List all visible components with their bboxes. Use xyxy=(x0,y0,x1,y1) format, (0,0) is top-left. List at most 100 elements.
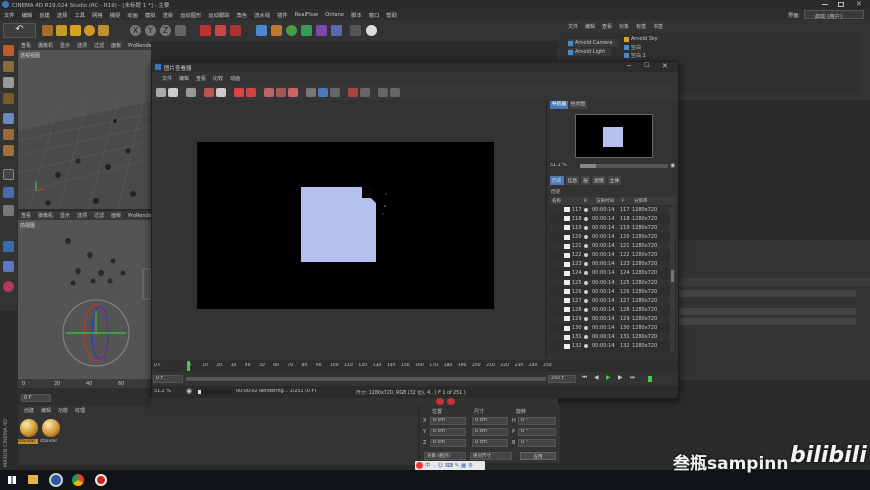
frame-range-slider[interactable] xyxy=(186,377,546,381)
recorder-icon[interactable] xyxy=(95,474,107,486)
workplane-icon[interactable] xyxy=(3,93,14,104)
attr-field[interactable] xyxy=(678,308,856,315)
move-icon[interactable] xyxy=(56,25,67,36)
step-back-icon[interactable]: ◀ xyxy=(594,374,599,381)
viewport-menu-item[interactable]: 面板 xyxy=(111,212,121,219)
tweak-mode-icon[interactable] xyxy=(3,187,14,198)
history-scroll-thumb[interactable] xyxy=(671,270,674,282)
start-icon[interactable] xyxy=(8,476,16,484)
rotate-icon[interactable] xyxy=(84,25,95,36)
menu-item[interactable]: 模拟 xyxy=(145,11,156,19)
make-editable-icon[interactable] xyxy=(3,45,14,56)
menu-item[interactable]: 渲染 xyxy=(162,11,173,19)
menu-item[interactable]: Octane xyxy=(325,12,344,18)
menu-item[interactable]: 角色 xyxy=(237,11,248,19)
menu-item[interactable]: 编辑 xyxy=(22,11,33,19)
viewport-menu-item[interactable]: ProRender xyxy=(128,213,151,219)
floor-icon[interactable] xyxy=(331,25,342,36)
menu-item[interactable]: 网格 xyxy=(92,11,103,19)
material-menu-item[interactable]: 创建 xyxy=(24,407,34,414)
undo-button[interactable]: ↶ xyxy=(3,23,36,38)
goto-start-icon[interactable]: ⏮ xyxy=(582,374,587,382)
object-item[interactable]: 空白 xyxy=(624,43,641,51)
coord-rotation-field[interactable]: 0 ° xyxy=(518,428,556,436)
pen-icon[interactable] xyxy=(271,25,282,36)
viewport-menu-item[interactable]: 过滤 xyxy=(94,42,104,49)
render-picture-viewer-icon[interactable] xyxy=(215,25,226,36)
viewport-menu-item[interactable]: 查看 xyxy=(21,42,31,49)
viewport-front[interactable]: 查看摄像机显示选项过滤面板ProRender 前视图 xyxy=(18,211,151,379)
axis-z-icon[interactable]: Z xyxy=(160,25,171,36)
object-item[interactable]: 空白.1 xyxy=(624,51,646,59)
coordinate-system-icon[interactable] xyxy=(175,25,186,36)
channel-red-icon[interactable] xyxy=(348,88,358,97)
object-item[interactable]: Arnold Camera xyxy=(568,39,619,47)
nav-tab-histogram[interactable]: 柱状图 xyxy=(569,101,587,109)
viewport-menu-item[interactable]: 查看 xyxy=(21,212,31,219)
coord-position-field[interactable]: 0 cm xyxy=(430,439,466,447)
loop-indicator[interactable] xyxy=(648,376,652,382)
snap-icon[interactable] xyxy=(3,205,14,216)
viewer-menu-item[interactable]: 动画 xyxy=(230,75,240,82)
region-render-icon[interactable] xyxy=(246,88,256,97)
viewport-menu-item[interactable]: 选项 xyxy=(77,42,87,49)
frame-start-field[interactable]: 0 F xyxy=(153,375,183,383)
history-row[interactable]: 128 00:00:14 128 1280x720 xyxy=(550,306,670,314)
history-row[interactable]: 131 00:00:14 131 1280x720 xyxy=(550,333,670,341)
menu-item[interactable]: 运动跟踪 xyxy=(208,11,229,19)
main-timeline[interactable]: 0 20 40 60 0 F xyxy=(18,379,151,404)
history-row[interactable]: 132 00:00:14 132 1280x720 xyxy=(550,342,670,351)
playhead[interactable] xyxy=(187,361,190,371)
clear-icon[interactable] xyxy=(216,88,226,97)
menu-item[interactable]: 插件 xyxy=(277,11,288,19)
history-row[interactable]: 126 00:00:14 126 1280x720 xyxy=(550,287,670,296)
history-row[interactable]: 124 00:00:14 124 1280x720 xyxy=(550,269,670,278)
viewer-minimize-icon[interactable]: − xyxy=(626,62,632,70)
history-row[interactable]: 127 00:00:14 127 1280x720 xyxy=(550,297,670,305)
autokey-button[interactable] xyxy=(447,398,455,405)
frame-field[interactable]: 0 F xyxy=(21,394,51,402)
history-tab[interactable]: 滤镜 xyxy=(592,176,606,185)
coord-size-field[interactable]: 0 cm xyxy=(472,439,508,447)
maximize-icon[interactable] xyxy=(838,2,844,7)
history-row[interactable]: 130 00:00:14 130 1280x720 xyxy=(550,324,670,332)
chrome-icon[interactable] xyxy=(72,474,84,486)
history-row[interactable]: 118 00:00:14 118 1280x720 xyxy=(550,215,670,223)
viewport-menu-item[interactable]: ProRender xyxy=(128,43,151,49)
viewport-menu-item[interactable]: 面板 xyxy=(111,42,121,49)
coord-rotation-field[interactable]: 0 ° xyxy=(518,439,556,447)
viewport-perspective[interactable]: 查看摄像机显示选项过滤面板 ProRender 透视视图 xyxy=(18,41,151,209)
material-swatch[interactable] xyxy=(42,419,60,437)
recent-tool-icon[interactable] xyxy=(98,25,109,36)
record-button[interactable] xyxy=(436,398,444,405)
viewport-menu-item[interactable]: 选项 xyxy=(77,212,87,219)
coord-size-select[interactable]: 绝对尺寸 xyxy=(470,452,512,460)
history-tab[interactable]: 信息 xyxy=(565,176,580,185)
menu-item[interactable]: 动画 xyxy=(127,11,138,19)
polygons-mode-icon[interactable] xyxy=(3,145,14,156)
object-item[interactable]: Arnold Light xyxy=(568,48,612,56)
material-menu-item[interactable]: 功能 xyxy=(58,407,68,414)
history-row[interactable]: 119 00:00:14 119 1280x720 xyxy=(550,224,670,232)
play-icon[interactable]: ▶ xyxy=(606,374,611,381)
axis-x-icon[interactable]: X xyxy=(130,25,141,36)
menu-item[interactable]: 帮助 xyxy=(386,11,397,19)
grid-view-icon[interactable] xyxy=(378,88,388,97)
ime-logo-icon[interactable] xyxy=(416,462,423,469)
object-item[interactable]: Arnold Sky xyxy=(624,35,658,43)
viewer-menu-item[interactable]: 查看 xyxy=(196,75,206,82)
object-menu-item[interactable]: 查看 xyxy=(602,23,612,30)
deformer-icon[interactable] xyxy=(316,25,327,36)
axis-mode-icon[interactable] xyxy=(3,169,14,180)
menu-item[interactable]: 选择 xyxy=(57,11,68,19)
full-screen-icon[interactable] xyxy=(318,88,328,97)
goto-end-icon[interactable]: ⏭ xyxy=(630,374,635,382)
coord-apply-button[interactable]: 应用 xyxy=(520,452,556,460)
history-row[interactable]: 117 00:00:14 117 1280x720 xyxy=(550,206,670,214)
viewer-menu-item[interactable]: 文件 xyxy=(162,75,172,82)
render-frame-icon[interactable] xyxy=(186,88,196,97)
history-row[interactable]: 122 00:00:14 122 1280x720 xyxy=(550,251,670,260)
history-tab[interactable]: 层 xyxy=(581,176,591,185)
menu-item[interactable]: RealFlow xyxy=(295,12,319,18)
cube-icon[interactable] xyxy=(256,25,267,36)
